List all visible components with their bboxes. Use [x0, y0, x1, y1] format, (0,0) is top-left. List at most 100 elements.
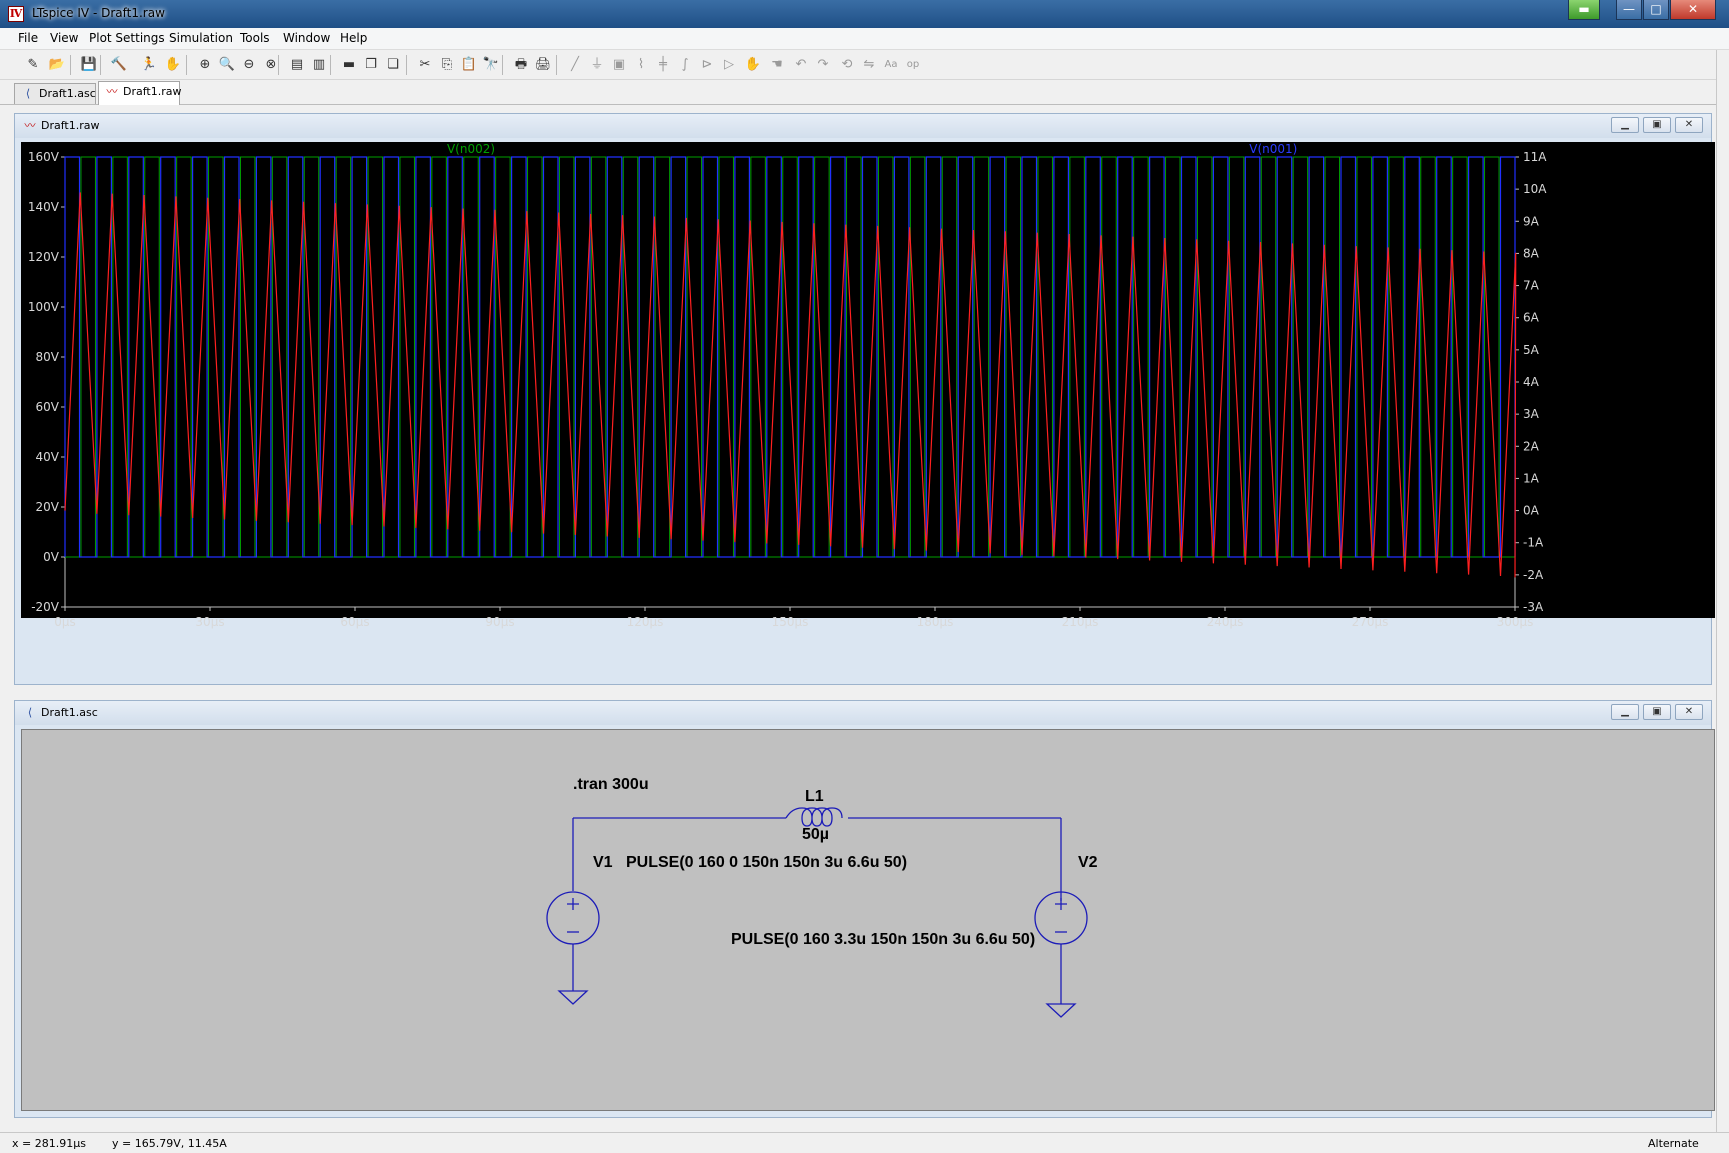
waveform-icon: 〰 — [24, 119, 36, 132]
undo-icon[interactable]: ↶ — [792, 56, 810, 74]
menu-window[interactable]: Window — [283, 31, 330, 45]
run-icon[interactable]: 🏃 — [140, 56, 158, 74]
tile-horizontal-icon[interactable]: ▬ — [340, 56, 358, 74]
close-button[interactable]: ✕ — [1670, 0, 1716, 20]
y-right-tick-label: -1A — [1523, 536, 1544, 550]
cascade-icon[interactable]: ❐ — [362, 56, 380, 74]
spice-directive-icon[interactable]: op — [904, 56, 922, 74]
v2-value[interactable]: PULSE(0 160 3.3u 150n 150n 3u 6.6u 50) — [731, 931, 1035, 949]
toolbar-separator — [70, 55, 71, 75]
diode-icon[interactable]: ⊳ — [698, 56, 716, 74]
inductor-value[interactable]: 50µ — [802, 826, 829, 844]
ground-icon[interactable]: ⏚ — [588, 56, 606, 74]
schematic-icon: ⟨ — [27, 706, 33, 719]
save-icon[interactable]: 💾 — [80, 56, 98, 74]
plot-window-caption: 〰 Draft1.raw ▁ ▣ ✕ — [15, 114, 1711, 138]
schematic-minimize-button[interactable]: ▁ — [1611, 704, 1639, 720]
menu-simulation[interactable]: Simulation — [169, 31, 233, 45]
pan-icon[interactable]: 🔍 — [218, 56, 236, 74]
wire-icon[interactable]: ╱ — [566, 56, 584, 74]
schematic-maximize-button[interactable]: ▣ — [1643, 704, 1671, 720]
schematic-canvas[interactable]: .tran 300u L1 50µ V1 PULSE(0 160 0 150n … — [21, 729, 1715, 1111]
y-left-tick-label: 20V — [36, 500, 60, 514]
find-icon[interactable]: 🔭 — [482, 56, 500, 74]
x-tick-label: 180µs — [917, 615, 954, 629]
new-schematic-icon[interactable]: ✎ — [24, 56, 42, 74]
y-right-tick-label: 0A — [1523, 504, 1540, 518]
right-border — [1716, 50, 1729, 1132]
tab-draft1-raw[interactable]: 〰 Draft1.raw — [98, 81, 182, 105]
control-panel-icon[interactable]: 🔨 — [110, 56, 128, 74]
redo-icon[interactable]: ↷ — [814, 56, 832, 74]
y-right-tick-label: -2A — [1523, 568, 1544, 582]
plot-close-button[interactable]: ✕ — [1675, 117, 1703, 133]
copy-icon[interactable]: ⎘ — [438, 56, 456, 74]
x-tick-label: 30µs — [195, 615, 224, 629]
mirror-icon[interactable]: ⇋ — [860, 56, 878, 74]
y-right-tick-label: 4A — [1523, 375, 1540, 389]
label-net-icon[interactable]: ▣ — [610, 56, 628, 74]
zoom-full-icon[interactable]: ⊗ — [262, 56, 280, 74]
waveform-plot[interactable]: 160V 140V 120V 100V 80V 60V 40V 20V 0V -20V 11A 10A… — [21, 142, 1715, 629]
inductor-icon[interactable]: ∫ — [676, 56, 694, 74]
halt-icon[interactable]: ✋ — [164, 56, 182, 74]
restore-extra-button[interactable]: ▬ — [1568, 0, 1600, 20]
y-right-tick-label: 8A — [1523, 246, 1540, 260]
y-right-tick-label: 3A — [1523, 407, 1540, 421]
toolbar-separator — [186, 55, 187, 75]
tile-vertical-icon[interactable]: ❏ — [384, 56, 402, 74]
menu-help[interactable]: Help — [340, 31, 367, 45]
menu-file[interactable]: File — [18, 31, 38, 45]
ground-v1 — [557, 990, 589, 1005]
x-tick-label: 150µs — [772, 615, 809, 629]
menu-tools[interactable]: Tools — [240, 31, 270, 45]
status-mode: Alternate — [1648, 1137, 1699, 1150]
plot-maximize-button[interactable]: ▣ — [1643, 117, 1671, 133]
schematic-close-button[interactable]: ✕ — [1675, 704, 1703, 720]
cut-icon[interactable]: ✂ — [416, 56, 434, 74]
resistor-icon[interactable]: ⌇ — [632, 56, 650, 74]
schematic-icon: ⟨ — [25, 87, 31, 100]
drag-icon[interactable]: ☚ — [768, 56, 786, 74]
tab-draft1-asc[interactable]: ⟨ Draft1.asc — [14, 83, 96, 104]
v1-value[interactable]: PULSE(0 160 0 150n 150n 3u 6.6u 50) — [626, 854, 907, 872]
component-icon[interactable]: ▷ — [720, 56, 738, 74]
autorange-icon[interactable]: ▤ — [288, 56, 306, 74]
y-right-tick-label: 5A — [1523, 343, 1540, 357]
print-preview-icon[interactable]: 🖨 — [534, 56, 552, 74]
waveform-chart[interactable]: 160V 140V 120V 100V 80V 60V 40V 20V 0V -20V 11A 10A… — [21, 142, 1715, 684]
series-i-l1 — [64, 192, 1517, 578]
inductor-l1 — [785, 807, 843, 827]
rotate-icon[interactable]: ⟲ — [838, 56, 856, 74]
y-right-tick-label: 1A — [1523, 471, 1540, 485]
toolbar-separator — [406, 55, 407, 75]
plot-minimize-button[interactable]: ▁ — [1611, 117, 1639, 133]
v2-name[interactable]: V2 — [1078, 854, 1098, 872]
y-left-tick-label: 80V — [36, 350, 60, 364]
zoom-out-icon[interactable]: ⊖ — [240, 56, 258, 74]
schematic-window-title: Draft1.asc — [41, 706, 98, 719]
y-left-tick-label: 60V — [36, 400, 60, 414]
tran-directive[interactable]: .tran 300u — [573, 776, 649, 794]
maximize-button[interactable]: □ — [1643, 0, 1669, 20]
ltspice-logo-icon: Ⅳ — [8, 6, 24, 22]
move-icon[interactable]: ✋ — [744, 56, 762, 74]
minimize-button[interactable]: — — [1616, 0, 1642, 20]
zoom-in-icon[interactable]: ⊕ — [196, 56, 214, 74]
menu-view[interactable]: View — [50, 31, 78, 45]
text-icon[interactable]: Aa — [882, 56, 900, 74]
v1-name[interactable]: V1 — [593, 854, 613, 872]
x-tick-label: 60µs — [340, 615, 369, 629]
toolbar-separator — [502, 55, 503, 75]
menu-plot-settings[interactable]: Plot Settings — [89, 31, 165, 45]
inductor-name[interactable]: L1 — [805, 788, 824, 806]
fit-icon[interactable]: ▥ — [310, 56, 328, 74]
tab-label: Draft1.raw — [123, 85, 182, 98]
series-label: V(n002) — [447, 142, 495, 156]
paste-icon[interactable]: 📋 — [460, 56, 478, 74]
open-icon[interactable]: 📂 — [48, 56, 66, 74]
window-title: LTspice IV - Draft1.raw — [32, 6, 165, 20]
schematic-drawing[interactable] — [22, 730, 1716, 1110]
print-icon[interactable]: 🖶 — [512, 56, 530, 74]
capacitor-icon[interactable]: ╪ — [654, 56, 672, 74]
